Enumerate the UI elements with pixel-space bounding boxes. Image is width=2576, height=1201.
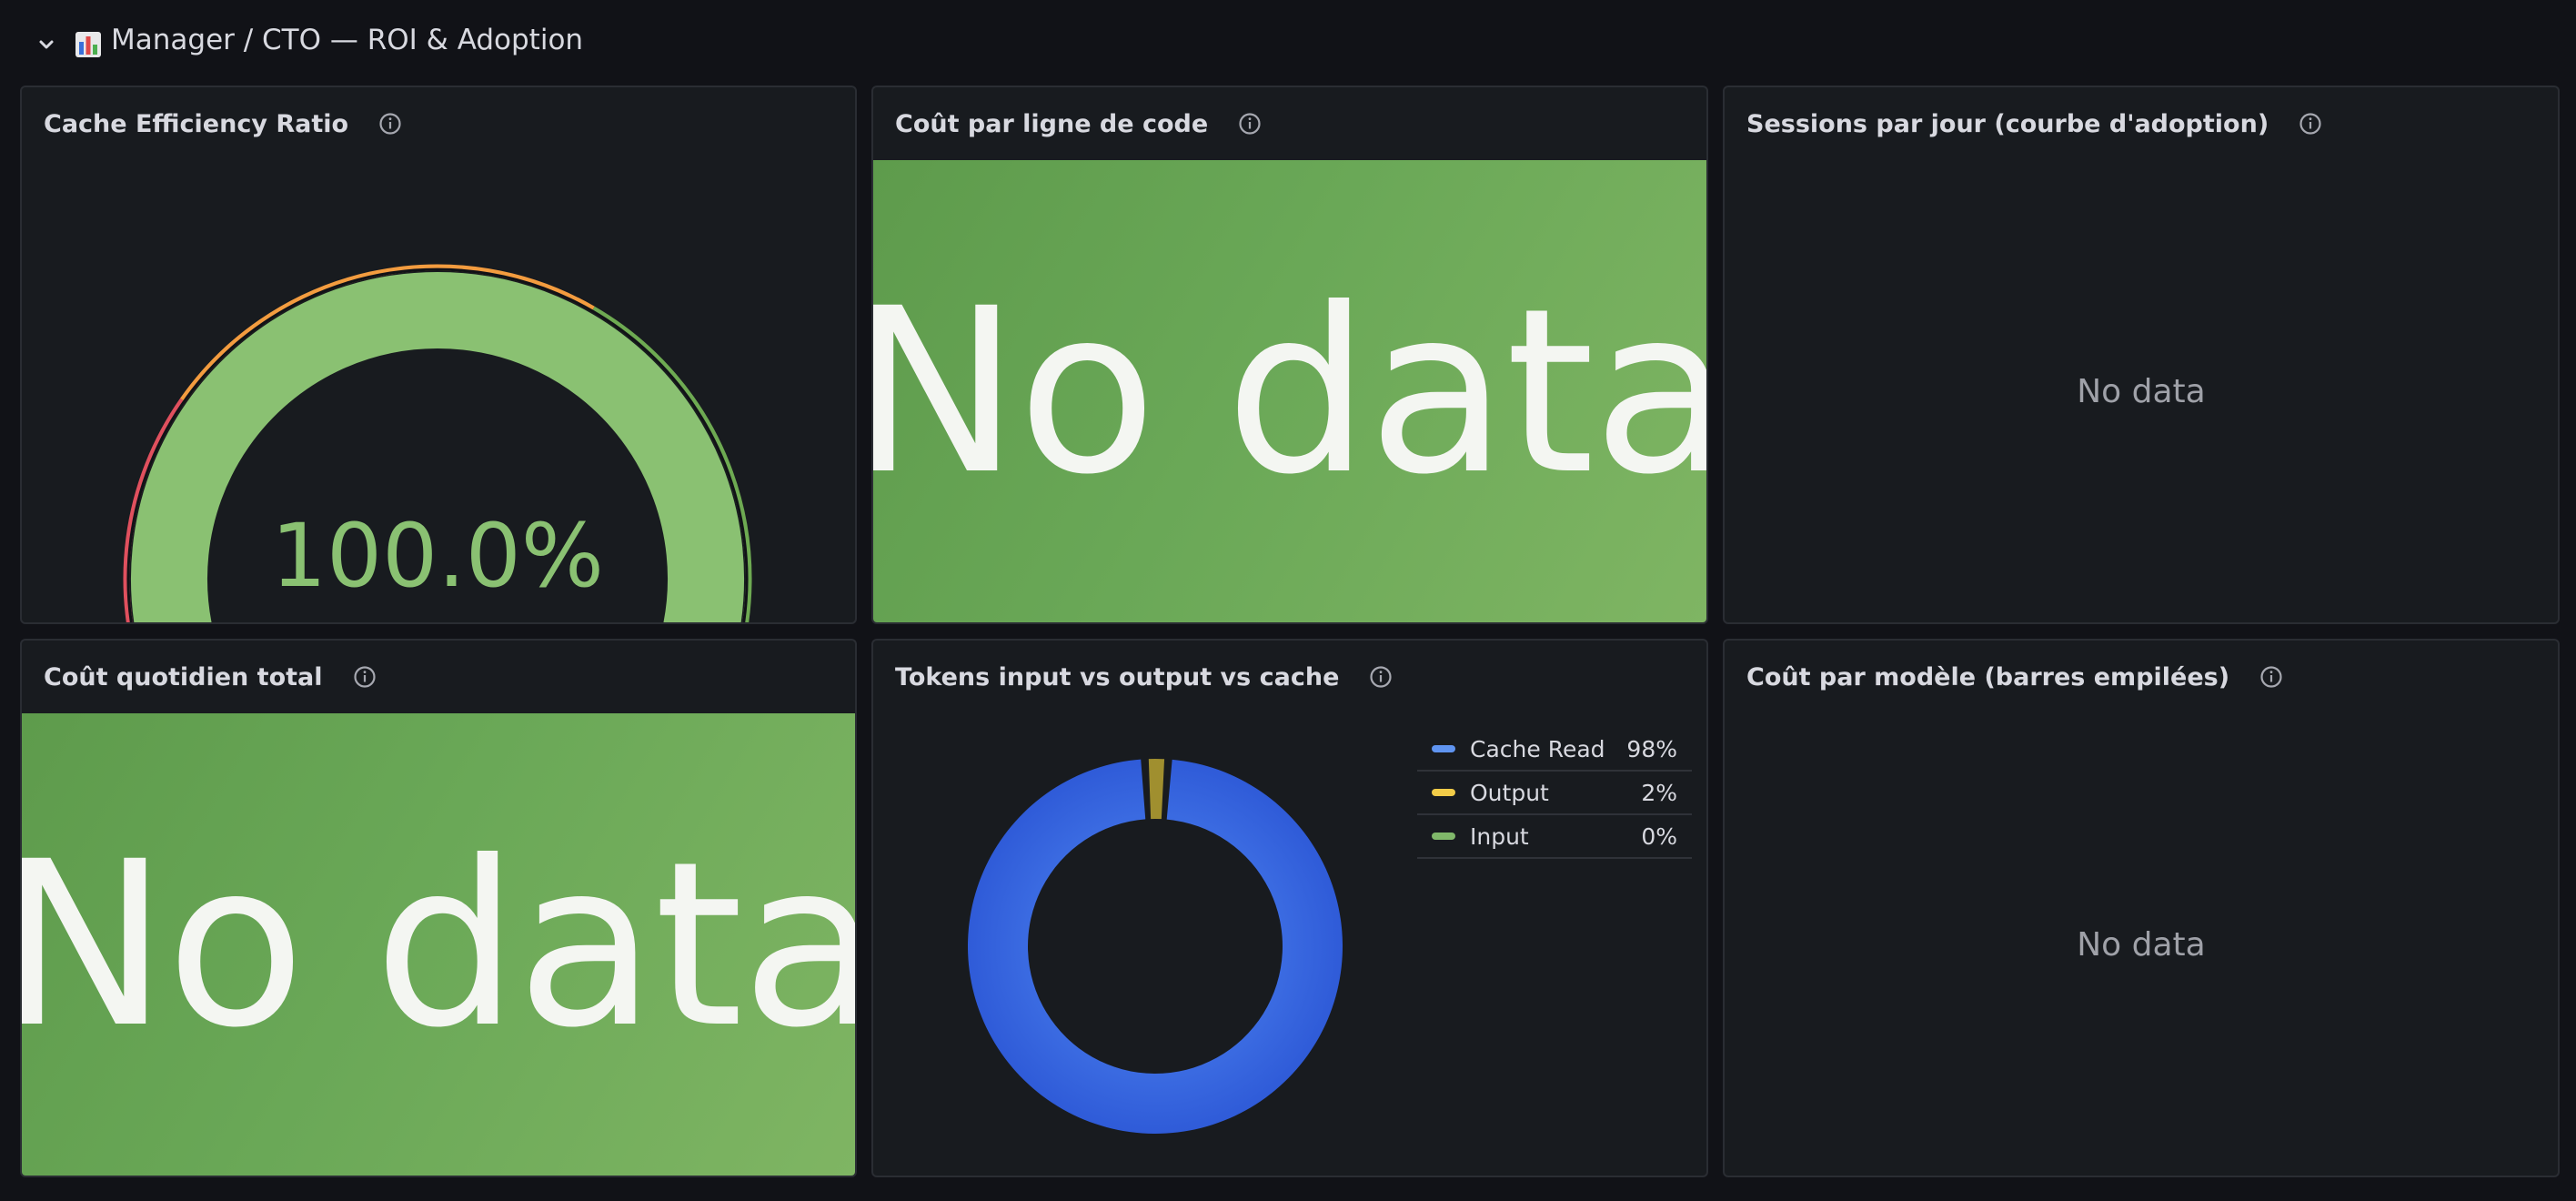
no-data-message: No data: [2077, 925, 2206, 964]
panel-header[interactable]: Coût par modèle (barres empilées): [1725, 641, 2558, 713]
donut-chart: [968, 759, 1343, 1134]
panel-cost-per-line[interactable]: Coût par ligne de code No data: [871, 86, 1708, 624]
donut-slice-output[interactable]: [1148, 759, 1165, 820]
legend-value: 2%: [1641, 779, 1677, 806]
legend-label: Input: [1470, 823, 1529, 850]
legend-item[interactable]: Input 0%: [1417, 815, 1692, 859]
panel-header[interactable]: Sessions par jour (courbe d'adoption): [1725, 87, 2558, 160]
chart-legend: Cache Read 98% Output 2% Input 0%: [1417, 728, 1692, 859]
info-icon[interactable]: [2298, 111, 2323, 136]
gauge-chart: 100.0%: [123, 264, 752, 622]
panel-cost-per-model[interactable]: Coût par modèle (barres empilées) No dat…: [1723, 639, 2560, 1177]
panel-cache-efficiency[interactable]: Cache Efficiency Ratio 100.0%: [20, 86, 857, 624]
legend-label: Output: [1470, 779, 1549, 806]
info-icon[interactable]: [352, 664, 377, 690]
row-title: Manager / CTO — ROI & Adoption: [111, 24, 584, 56]
panel-title: Coût quotidien total: [44, 662, 323, 691]
info-icon[interactable]: [2259, 664, 2284, 690]
legend-item[interactable]: Output 2%: [1417, 772, 1692, 815]
legend-item[interactable]: Cache Read 98%: [1417, 728, 1692, 772]
legend-value: 0%: [1641, 823, 1677, 850]
bar-chart-icon: [75, 32, 101, 57]
no-data-message: No data: [2077, 372, 2206, 410]
legend-swatch: [1432, 833, 1455, 840]
info-icon[interactable]: [1237, 111, 1263, 136]
panel-tokens[interactable]: Tokens input vs output vs cache Cache Re…: [871, 639, 1708, 1177]
legend-label: Cache Read: [1470, 735, 1605, 762]
panel-title: Coût par modèle (barres empilées): [1746, 662, 2230, 691]
panel-sessions-per-day[interactable]: Sessions par jour (courbe d'adoption) No…: [1723, 86, 2560, 624]
legend-swatch: [1432, 745, 1455, 752]
panel-header[interactable]: Coût quotidien total: [22, 641, 855, 713]
legend-swatch: [1432, 789, 1455, 796]
legend-value: 98%: [1626, 735, 1677, 762]
no-data-stat: No data: [873, 160, 1706, 622]
panel-title: Coût par ligne de code: [895, 109, 1209, 138]
gauge-value-text: 100.0%: [271, 505, 604, 607]
chevron-down-icon[interactable]: [35, 33, 58, 56]
panel-title: Sessions par jour (courbe d'adoption): [1746, 109, 2269, 138]
row-header[interactable]: Manager / CTO — ROI & Adoption: [0, 0, 2576, 86]
panel-header[interactable]: Coût par ligne de code: [873, 87, 1706, 160]
no-data-stat: No data: [22, 713, 855, 1176]
panel-daily-cost[interactable]: Coût quotidien total No data: [20, 639, 857, 1177]
